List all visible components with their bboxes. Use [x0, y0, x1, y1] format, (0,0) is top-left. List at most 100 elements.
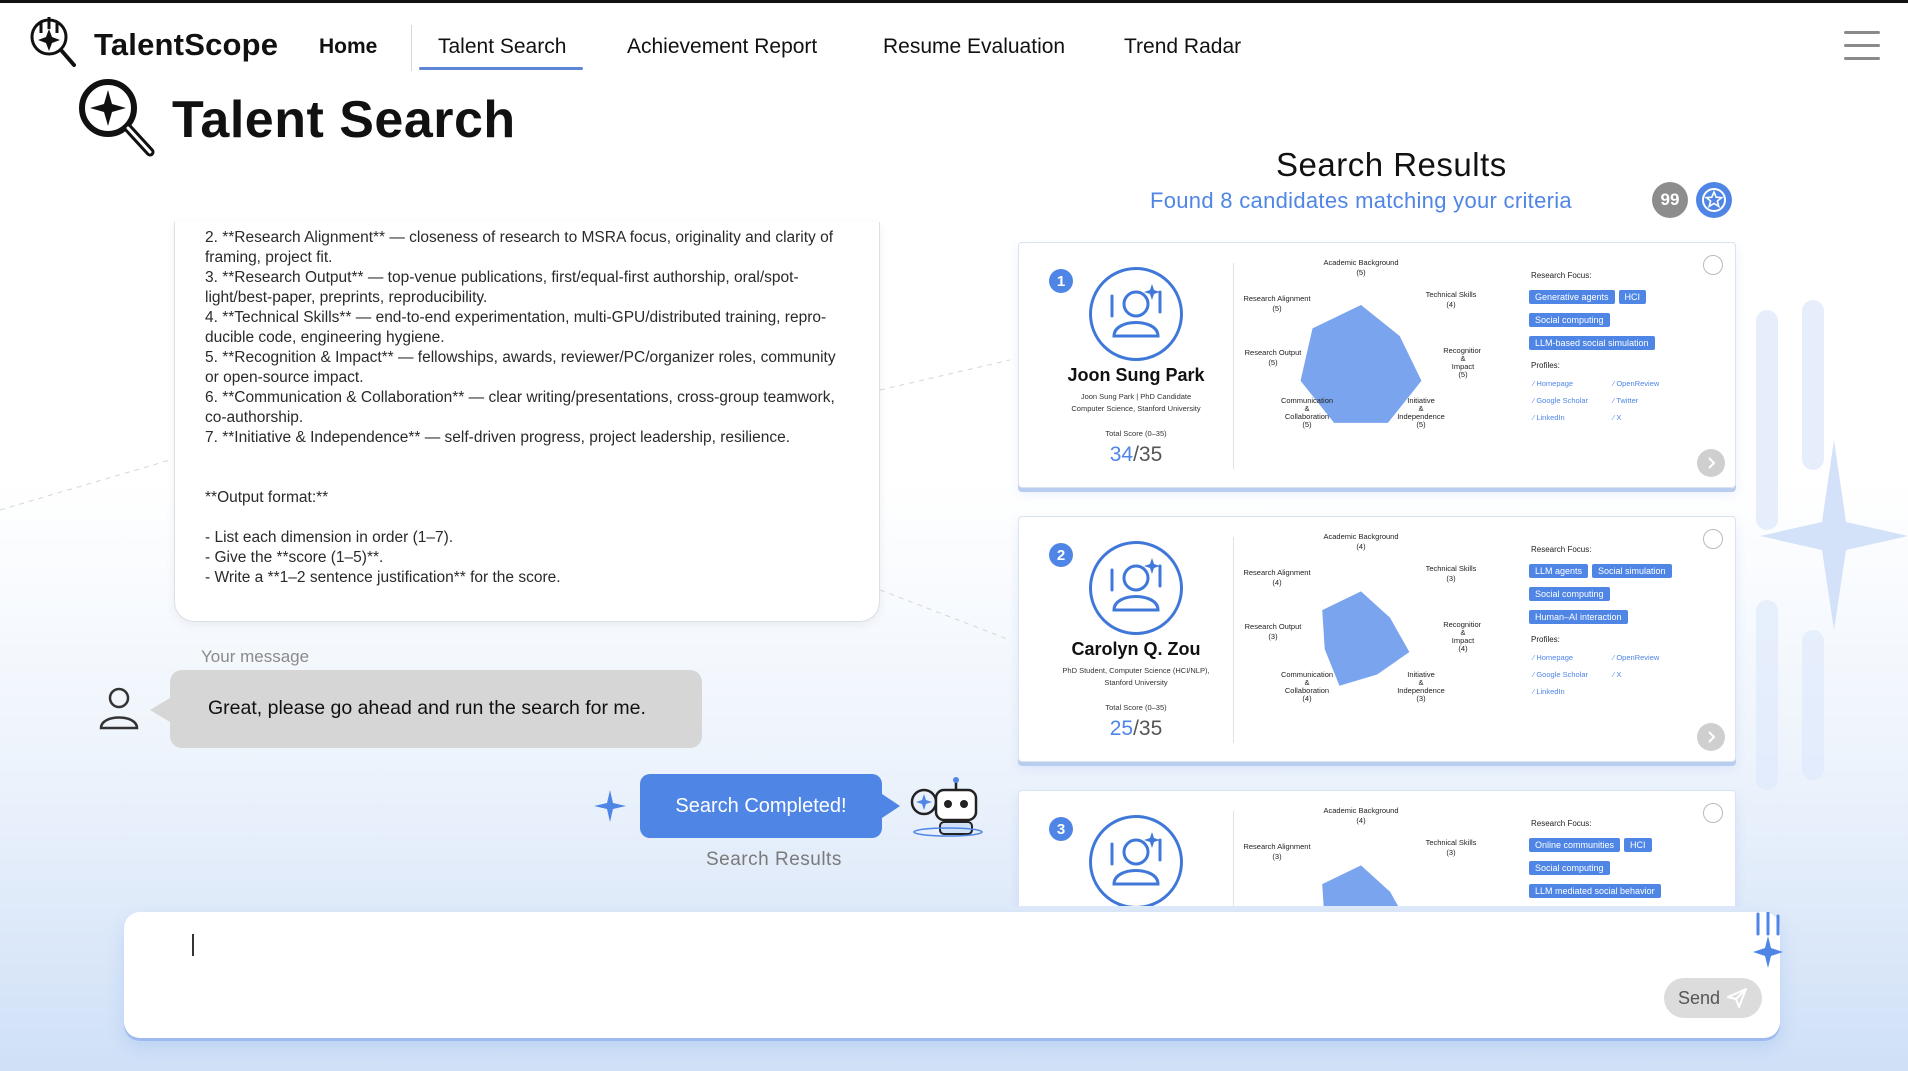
prompt-line: co-authorship.	[205, 409, 304, 426]
quote-count-badge[interactable]: 99	[1652, 182, 1688, 218]
prompt-line: ducible code, engineering hygiene.	[205, 329, 445, 346]
profile-link-label: Homepage	[1536, 653, 1574, 662]
profile-links: ⁄ Homepage ⁄ OpenReview ⁄ Google Scholar ⁄ …	[1533, 379, 1693, 422]
results-title: Search Results	[1276, 146, 1507, 183]
affiliation-line: PhD Student, Computer Science (HCI/NLP),	[1062, 666, 1210, 675]
ai-sparkle-icon	[1753, 912, 1783, 968]
profile-link[interactable]: ⁄ Homepage	[1533, 653, 1613, 662]
radar-axis-label: (5)	[1268, 358, 1278, 367]
select-radio[interactable]	[1703, 255, 1723, 275]
research-tag: LLM mediated social behavior	[1529, 884, 1661, 898]
sparkle-icon	[594, 790, 626, 822]
profile-link[interactable]: ⁄ Google Scholar	[1533, 396, 1613, 405]
nav-divider	[411, 25, 412, 71]
radar-axis-label: Research Alignment	[1243, 294, 1311, 303]
profile-link-label: Twitter	[1616, 396, 1639, 405]
profile-link[interactable]: ⁄ OpenReview	[1613, 653, 1693, 662]
chat-input[interactable]	[184, 926, 1584, 966]
profile-link[interactable]: ⁄ X	[1613, 413, 1693, 422]
brand-name[interactable]: TalentScope	[94, 27, 278, 63]
score-value: 25	[1109, 717, 1134, 740]
profile-link-label: OpenReview	[1616, 379, 1660, 388]
score-max: /35	[1133, 443, 1163, 466]
radar-axis-label: Technical Skills	[1426, 564, 1477, 573]
rank-badge: 1	[1049, 269, 1073, 293]
radar-polygon	[1300, 305, 1422, 423]
radar-axis-label: (4)	[1302, 694, 1312, 703]
research-tag: HCI	[1618, 290, 1647, 304]
prompt-text: 2. **Research Alignment** — closeness of…	[205, 228, 855, 588]
candidate-name: Carolyn Q. Zou	[1071, 639, 1201, 659]
search-results-link[interactable]: Search Results	[706, 849, 842, 871]
affiliation-line: Computer Science, Stanford University	[1071, 404, 1201, 413]
research-tag: Online communities	[1529, 838, 1621, 852]
radar-polygon	[1322, 865, 1399, 906]
profile-link[interactable]: ⁄ OpenReview	[1613, 379, 1693, 388]
radar-axis-label: Research Alignment	[1243, 842, 1311, 851]
radar-axis-label: (3)	[1268, 632, 1278, 641]
background-decoration	[1756, 300, 1908, 790]
nav-home[interactable]: Home	[319, 35, 377, 59]
radar-axis-label: Technical Skills	[1426, 838, 1477, 847]
research-tag: LLM-based social simulation	[1529, 336, 1655, 350]
expand-card-button[interactable]	[1697, 449, 1725, 477]
prompt-line	[205, 468, 855, 488]
profile-link-label: Google Scholar	[1536, 396, 1589, 405]
nav-resume-evaluation[interactable]: Resume Evaluation	[883, 35, 1065, 59]
profile-link[interactable]: ⁄ LinkedIn	[1533, 687, 1613, 696]
research-tag: Social computing	[1529, 313, 1610, 327]
select-radio[interactable]	[1703, 803, 1723, 823]
user-message-text: Great, please go ahead and run the searc…	[208, 697, 646, 719]
profile-link[interactable]: ⁄ Twitter	[1613, 396, 1693, 405]
prompt-line	[205, 448, 855, 468]
candidate-name: Joon Sung Park	[1067, 365, 1205, 385]
prompt-line: framing, project fit.	[205, 249, 333, 266]
profile-link[interactable]: ⁄ Google Scholar	[1533, 670, 1613, 679]
candidate-card[interactable]: 3 Research Focus: Online communities HCI…	[1018, 790, 1736, 906]
research-tags: Online communities HCI Social computing LLM…	[1529, 835, 1699, 904]
card-divider	[1233, 263, 1234, 469]
expand-card-button[interactable]	[1697, 723, 1725, 751]
menu-icon[interactable]	[1844, 31, 1880, 63]
research-tag: Social computing	[1529, 587, 1610, 601]
profile-link-label: LinkedIn	[1536, 687, 1565, 696]
research-tags: Generative agents HCI Social computing LLM-…	[1529, 287, 1699, 356]
your-message-label: Your message	[201, 647, 310, 666]
total-score: 25/35	[1051, 717, 1221, 741]
radar-axis-label: (3)	[1446, 574, 1456, 583]
prompt-line: - Write a **1–2 sentence justification**…	[205, 569, 561, 586]
profile-link[interactable]: ⁄ LinkedIn	[1533, 413, 1613, 422]
nav-talent-search[interactable]: Talent Search	[438, 35, 566, 59]
card-divider	[1233, 811, 1234, 906]
results-subtitle: Found 8 candidates matching your criteri…	[1150, 188, 1572, 213]
results-list[interactable]: 1 Joon Sung Park Joon Sung Park | PhD Ca…	[1010, 238, 1746, 906]
profile-link[interactable]: ⁄ X	[1613, 670, 1693, 679]
research-tag: LLM agents	[1529, 564, 1589, 578]
prompt-line: 5. **Recognition & Impact** — fellowship…	[205, 349, 836, 366]
affiliation-line: Joon Sung Park | PhD Candidate	[1080, 392, 1192, 401]
send-button[interactable]: Send	[1664, 978, 1762, 1018]
research-tag: Generative agents	[1529, 290, 1615, 304]
profile-links: ⁄ Homepage ⁄ OpenReview ⁄ Google Scholar ⁄ …	[1533, 653, 1693, 696]
prompt-line: **Output format:**	[205, 489, 329, 506]
select-radio[interactable]	[1703, 529, 1723, 549]
search-completed-label: Search Completed!	[675, 794, 847, 817]
candidate-card[interactable]: 1 Joon Sung Park Joon Sung Park | PhD Ca…	[1018, 242, 1736, 488]
candidate-card[interactable]: 2 Carolyn Q. Zou PhD Student, Computer S…	[1018, 516, 1736, 762]
profile-link[interactable]: ⁄ Homepage	[1533, 379, 1613, 388]
affiliation-line: Stanford University	[1104, 678, 1168, 687]
candidate-affiliation: Joon Sung Park | PhD Candidate Computer …	[1051, 391, 1221, 415]
nav-achievement-report[interactable]: Achievement Report	[627, 35, 817, 59]
chat-input-box[interactable]: Send	[124, 912, 1783, 1038]
candidate-affiliation: PhD Student, Computer Science (HCI/NLP),…	[1051, 665, 1221, 689]
skills-radar-chart: Academic Background(4)Technical Skills(3…	[1243, 532, 1481, 703]
prompt-line: 2. **Research Alignment** — closeness of…	[205, 229, 834, 246]
nav-trend-radar[interactable]: Trend Radar	[1124, 35, 1241, 59]
research-tags: LLM agents Social simulation Social comput…	[1529, 561, 1699, 630]
favorite-star-icon[interactable]	[1696, 182, 1732, 218]
prompt-line: - Give the **score (1–5)**.	[205, 549, 384, 566]
talentscope-logo-icon	[30, 17, 76, 67]
score-max: /35	[1133, 717, 1163, 740]
search-completed-button[interactable]: Search Completed!	[640, 774, 900, 838]
page-title: Talent Search	[172, 91, 516, 149]
